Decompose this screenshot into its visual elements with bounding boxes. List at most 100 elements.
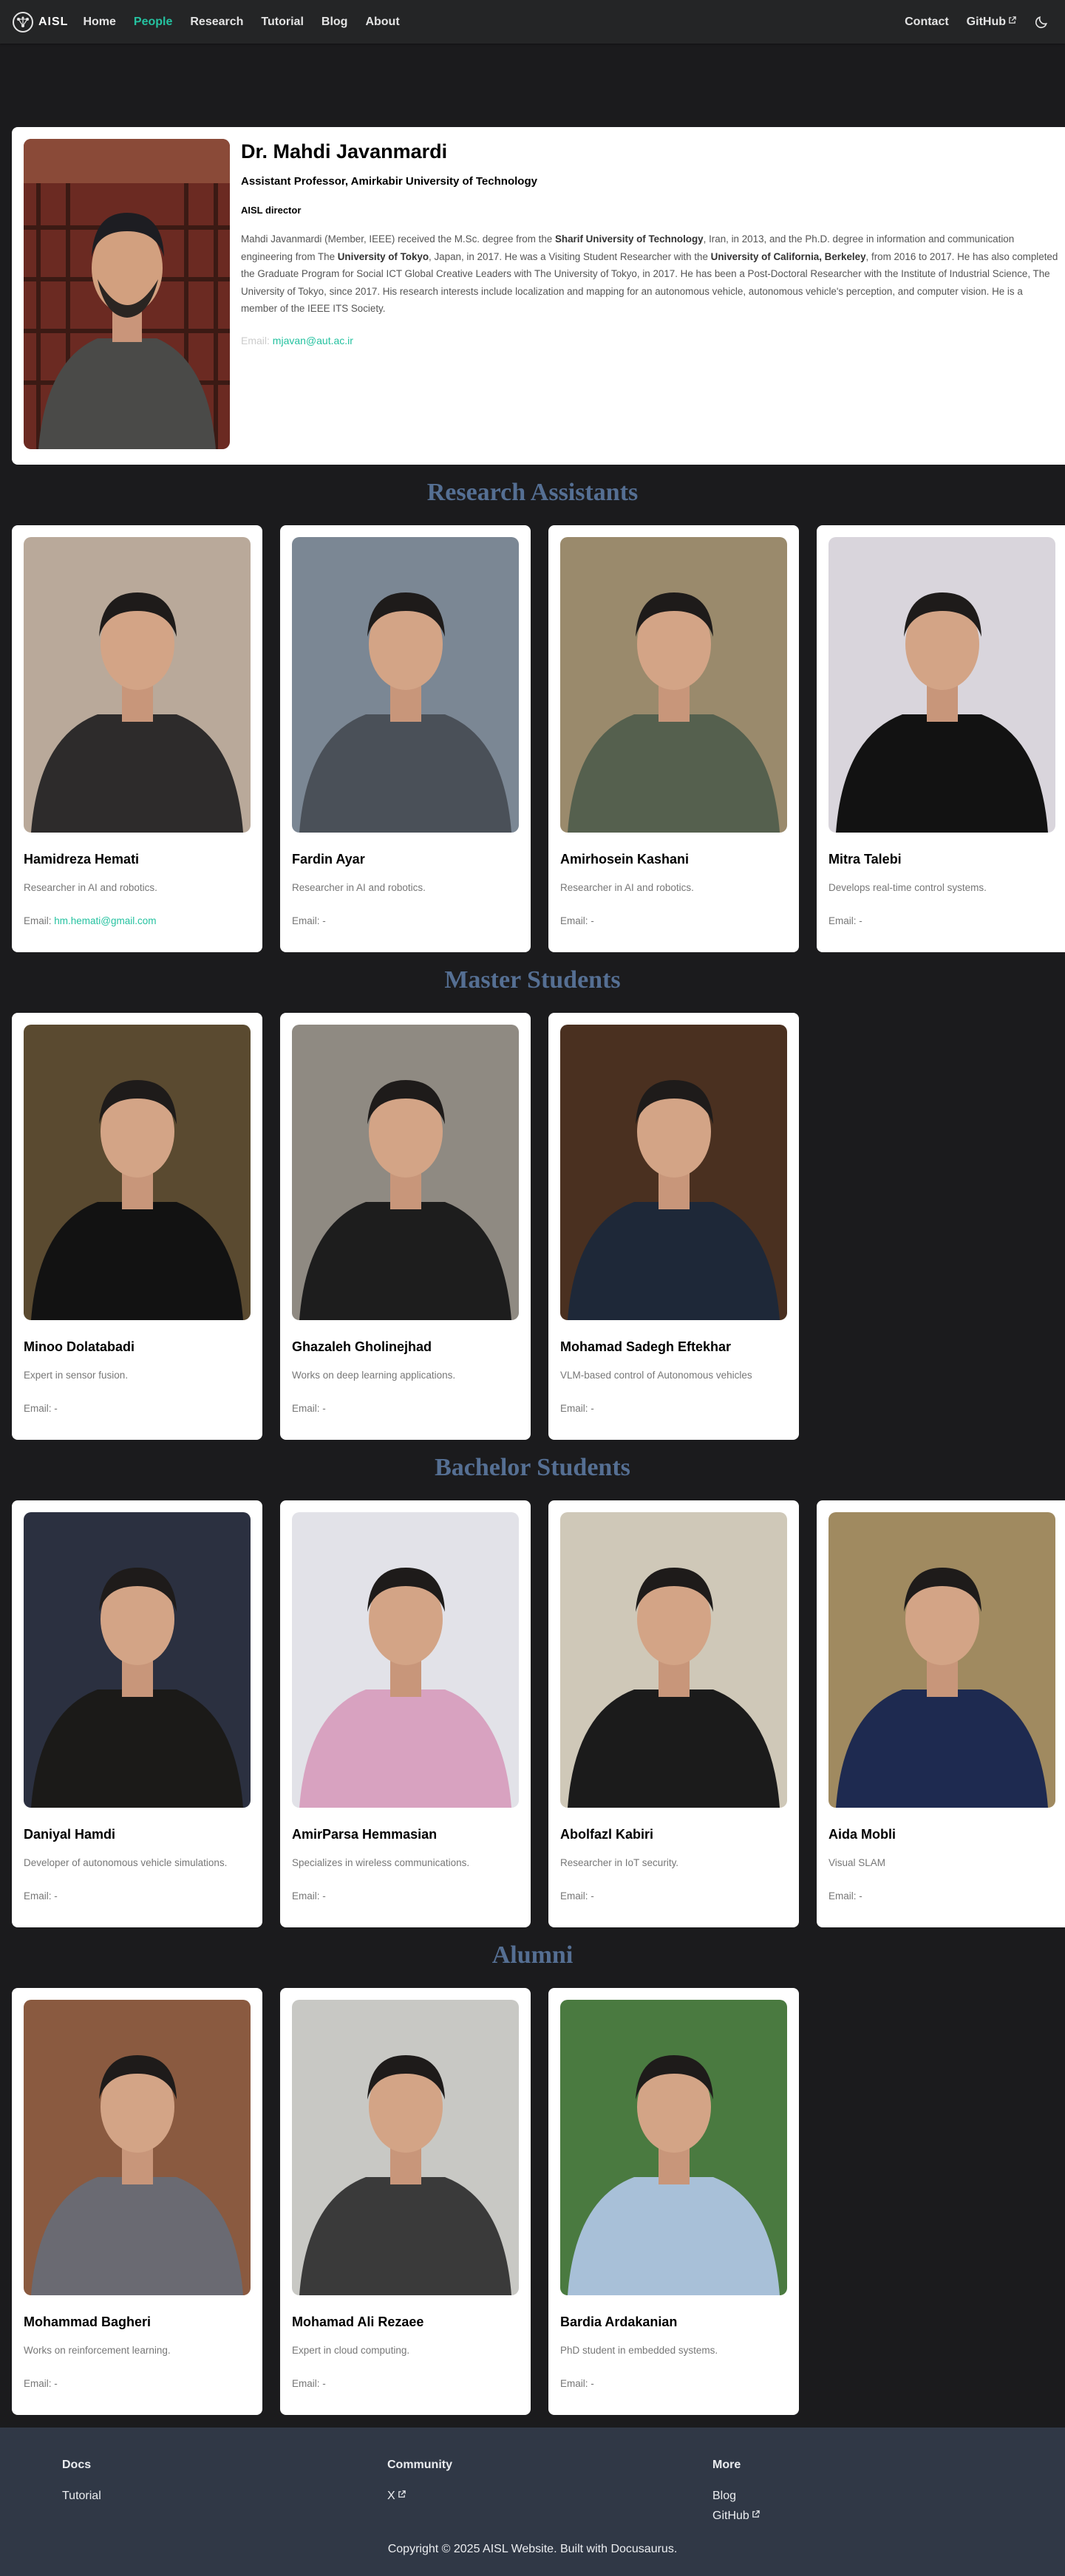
- member-email-link[interactable]: hm.hemati@gmail.com: [54, 915, 156, 926]
- member-email: Email: -: [24, 1890, 58, 1902]
- theme-toggle-button[interactable]: [1030, 10, 1053, 34]
- member-name: Mohamad Sadegh Eftekhar: [560, 1339, 732, 1354]
- footer-link-x[interactable]: X: [387, 2490, 452, 2503]
- professor-bio: Mahdi Javanmardi (Member, IEEE) received…: [241, 230, 1061, 318]
- bio-highlight: University of Tokyo: [337, 250, 429, 262]
- member-card: Aida Mobli Visual SLAM Email: -: [817, 1500, 1065, 1927]
- member-photo: [292, 1025, 519, 1320]
- professor-name: Dr. Mahdi Javanmardi: [241, 140, 448, 163]
- email-label: Email:: [292, 1403, 320, 1414]
- member-description: Researcher in IoT security.: [560, 1857, 679, 1868]
- nav-link-people[interactable]: People: [125, 16, 181, 29]
- external-link-icon: [752, 2510, 760, 2518]
- external-link-icon: [1009, 16, 1016, 24]
- footer-link-github-label: GitHub: [712, 2510, 749, 2522]
- member-email: Email: -: [292, 915, 326, 926]
- copyright-text: Copyright © 2025 AISL Website. Built wit…: [387, 2543, 678, 2555]
- member-photo: [24, 537, 251, 833]
- email-label: Email:: [828, 915, 857, 926]
- footer-link-tutorial[interactable]: Tutorial: [62, 2490, 101, 2503]
- member-description: Expert in sensor fusion.: [24, 1370, 129, 1381]
- member-email-value: -: [591, 1403, 594, 1414]
- member-name: Mohamad Ali Rezaee: [292, 2314, 424, 2329]
- email-label: Email:: [292, 2378, 320, 2389]
- professor-email-link[interactable]: mjavan@aut.ac.ir: [273, 335, 353, 346]
- email-label: Email:: [560, 915, 588, 926]
- footer-title-community: Community: [387, 2459, 452, 2471]
- footer-title-more: More: [712, 2459, 741, 2471]
- email-label: Email:: [24, 2378, 52, 2389]
- footer-link-github[interactable]: GitHub: [712, 2510, 760, 2523]
- member-name: Mohammad Bagheri: [24, 2314, 152, 2329]
- member-email: Email: -: [560, 1403, 594, 1414]
- member-email-value: -: [591, 915, 594, 926]
- nav-link-github[interactable]: GitHub: [958, 16, 1025, 29]
- member-email-value: -: [322, 2378, 326, 2389]
- member-card: Abolfazl Kabiri Researcher in IoT securit…: [548, 1500, 799, 1927]
- member-name: Fardin Ayar: [292, 852, 365, 867]
- member-name: Minoo Dolatabadi: [24, 1339, 135, 1354]
- navbar: AISL Home People Research Tutorial Blog …: [0, 0, 1065, 44]
- email-label: Email:: [828, 1890, 857, 1902]
- bio-highlight: University of California, Berkeley: [710, 250, 866, 262]
- member-email: Email: -: [292, 2378, 326, 2389]
- network-logo-icon: [13, 11, 33, 33]
- bio-highlight: Sharif University of Technology: [554, 233, 704, 245]
- member-email-value: -: [322, 1890, 326, 1902]
- bio-text: Mahdi Javanmardi (Member, IEEE) received…: [241, 233, 555, 245]
- member-name: Daniyal Hamdi: [24, 1827, 116, 1842]
- email-label: Email:: [560, 2378, 588, 2389]
- nav-link-tutorial[interactable]: Tutorial: [252, 16, 312, 29]
- member-email-value: -: [54, 2378, 58, 2389]
- member-photo: [560, 1025, 787, 1320]
- member-description: Works on deep learning applications.: [292, 1370, 456, 1381]
- email-label: Email:: [24, 1403, 52, 1414]
- member-photo: [560, 537, 787, 833]
- nav-link-research[interactable]: Research: [181, 16, 252, 29]
- member-email: Email: -: [24, 2378, 58, 2389]
- footer-link-x-label: X: [387, 2490, 395, 2502]
- external-link-icon: [398, 2490, 406, 2498]
- member-email-value: -: [54, 1890, 58, 1902]
- section-title-master-students: Master Students: [444, 966, 621, 994]
- member-description: Expert in cloud computing.: [292, 2345, 410, 2356]
- nav-link-blog[interactable]: Blog: [313, 16, 357, 29]
- nav-link-home[interactable]: Home: [74, 16, 124, 29]
- member-photo: [24, 2000, 251, 2295]
- member-card: Bardia Ardakanian PhD student in embedded…: [548, 1988, 799, 2415]
- member-photo: [828, 1512, 1055, 1808]
- email-label: Email:: [24, 1890, 52, 1902]
- member-email-value: -: [322, 1403, 326, 1414]
- nav-link-about[interactable]: About: [356, 16, 408, 29]
- member-name: Abolfazl Kabiri: [560, 1827, 654, 1842]
- member-name: Hamidreza Hemati: [24, 852, 140, 867]
- member-name: Bardia Ardakanian: [560, 2314, 678, 2329]
- member-email-value: -: [591, 2378, 594, 2389]
- member-email: Email: -: [560, 2378, 594, 2389]
- professor-role: AISL director: [241, 205, 302, 216]
- professor-email: Email: mjavan@aut.ac.ir: [241, 335, 1061, 346]
- member-photo: [292, 537, 519, 833]
- member-description: VLM-based control of Autonomous vehicles: [560, 1370, 752, 1381]
- member-email-value: -: [591, 1890, 594, 1902]
- email-label: Email:: [560, 1403, 588, 1414]
- member-description: Specializes in wireless communications.: [292, 1857, 470, 1868]
- member-card: Minoo Dolatabadi Expert in sensor fusion.…: [12, 1013, 262, 1440]
- nav-links: Home People Research Tutorial Blog About: [74, 16, 408, 29]
- member-email: Email: -: [828, 1890, 862, 1902]
- section-title-bachelor-students: Bachelor Students: [435, 1454, 630, 1481]
- member-description: Researcher in AI and robotics.: [292, 882, 426, 893]
- footer-link-blog[interactable]: Blog: [712, 2490, 760, 2503]
- member-card: AmirParsa Hemmasian Specializes in wirele…: [280, 1500, 531, 1927]
- footer: Docs Tutorial Community X More Blog GitH…: [0, 2428, 1065, 2576]
- email-label: Email:: [292, 915, 320, 926]
- professor-info: Dr. Mahdi Javanmardi Assistant Professor…: [241, 140, 1061, 346]
- member-photo: [560, 1512, 787, 1808]
- member-email: Email: -: [560, 915, 594, 926]
- member-email-value: -: [859, 1890, 862, 1902]
- nav-link-contact[interactable]: Contact: [896, 16, 958, 29]
- footer-title-docs: Docs: [62, 2459, 92, 2471]
- logo[interactable]: AISL: [12, 7, 68, 37]
- member-email-value: -: [54, 1403, 58, 1414]
- email-label: Email:: [292, 1890, 320, 1902]
